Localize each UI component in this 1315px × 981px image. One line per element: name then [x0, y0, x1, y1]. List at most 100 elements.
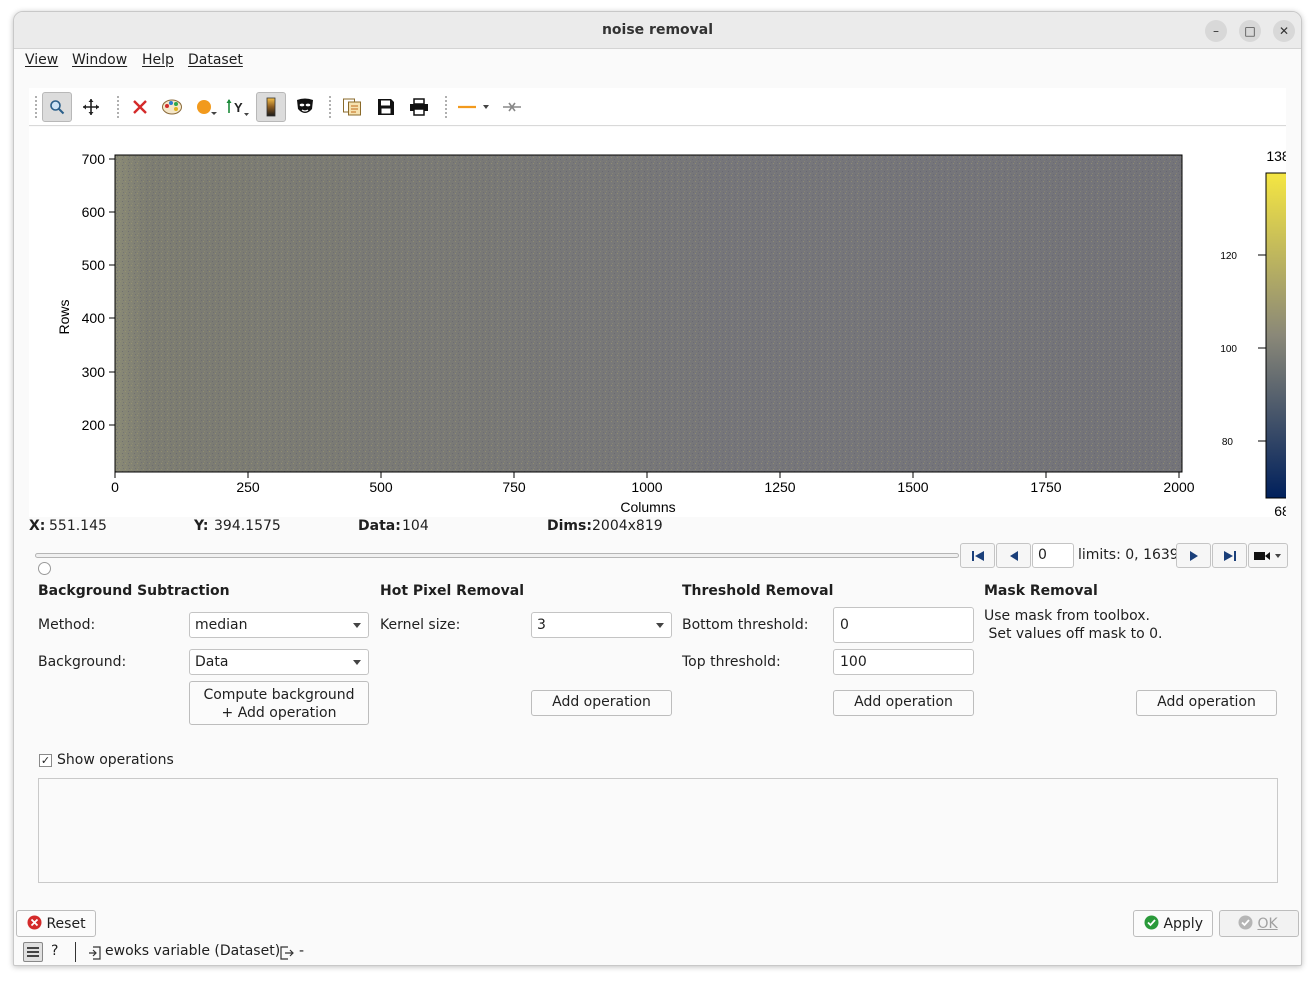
next-frame-icon	[1189, 550, 1198, 561]
checkmark-icon	[1238, 915, 1253, 930]
mask-add-button[interactable]: Add operation	[1136, 690, 1277, 716]
line-style-icon[interactable]	[454, 92, 494, 122]
camera-icon	[1254, 551, 1281, 560]
y-tick: 700	[82, 151, 106, 167]
y-tick: 200	[82, 417, 106, 433]
minimize-button[interactable]: –	[1205, 20, 1227, 42]
last-frame-button[interactable]	[1212, 543, 1247, 568]
colorbar-icon[interactable]	[256, 92, 286, 122]
y-tick: 600	[82, 204, 106, 220]
frame-limits: limits: 0, 1639	[1078, 547, 1179, 563]
menu-dataset[interactable]: Dataset	[188, 52, 243, 68]
chevron-down-icon	[656, 623, 664, 628]
maximize-button[interactable]: □	[1239, 20, 1261, 42]
x-tick: 250	[236, 479, 260, 495]
background-subtraction-title: Background Subtraction	[38, 583, 230, 599]
copy-icon[interactable]	[337, 92, 367, 122]
x-label: X:	[29, 518, 46, 534]
y-value: 394.1575	[214, 518, 281, 534]
previous-frame-button[interactable]	[996, 543, 1031, 568]
show-operations-label: Show operations	[57, 752, 174, 768]
window-title: noise removal	[601, 22, 714, 38]
first-frame-icon	[971, 550, 984, 561]
marker-icon[interactable]	[191, 92, 221, 122]
toolbar-separator	[35, 96, 37, 118]
y-tick: 500	[82, 257, 106, 273]
svg-text:Y: Y	[234, 100, 243, 115]
frame-slider-handle[interactable]	[38, 562, 51, 575]
hot-pixel-add-button[interactable]: Add operation	[531, 690, 672, 716]
ok-label: OK	[1257, 916, 1278, 932]
save-icon[interactable]	[371, 92, 401, 122]
mask-removal-title: Mask Removal	[984, 583, 1098, 599]
last-frame-icon	[1223, 550, 1236, 561]
toolbar-separator	[445, 96, 447, 118]
compute-background-button[interactable]: Compute background + Add operation	[189, 681, 369, 725]
bottom-threshold-input[interactable]: 0	[833, 607, 974, 643]
first-frame-button[interactable]	[960, 543, 995, 568]
y-axis-label: Rows	[56, 299, 72, 334]
next-frame-button[interactable]	[1176, 543, 1211, 568]
x-tick: 1500	[897, 479, 928, 495]
ok-button[interactable]: OK	[1219, 910, 1299, 937]
x-tick: 2000	[1163, 479, 1194, 495]
plot-toolbar: Y	[29, 88, 1286, 126]
output-icon	[280, 946, 294, 960]
menu-help[interactable]: Help	[142, 52, 174, 68]
x-tick: 0	[111, 479, 119, 495]
mask-icon[interactable]	[290, 92, 320, 122]
y-axis-icon[interactable]: Y	[223, 92, 253, 122]
apply-button[interactable]: Apply	[1133, 910, 1213, 937]
status-separator	[75, 942, 76, 962]
colorbar-tick: 80	[1222, 437, 1234, 448]
dims-label: Dims:	[547, 518, 592, 534]
method-value: median	[195, 617, 248, 633]
print-icon[interactable]	[404, 92, 434, 122]
chevron-down-icon	[353, 660, 361, 665]
operations-list[interactable]	[38, 778, 1278, 883]
crosshair-icon[interactable]	[497, 92, 527, 122]
apply-label: Apply	[1163, 916, 1203, 932]
top-threshold-input[interactable]: 100	[833, 649, 974, 675]
method-label: Method:	[38, 617, 96, 633]
top-threshold-label: Top threshold:	[682, 654, 781, 670]
method-select[interactable]: median	[189, 612, 369, 638]
show-operations-checkbox[interactable]: ✓	[39, 754, 52, 767]
chevron-down-icon	[353, 623, 361, 628]
x-axis-label: Columns	[620, 499, 675, 515]
colormap-icon[interactable]	[157, 92, 187, 122]
image-plot: 700 600 500 400 300 200 Rows 0 250 500 7…	[29, 127, 1291, 519]
plot-canvas: 700 600 500 400 300 200 Rows 0 250 500 7…	[56, 148, 1291, 519]
pan-icon[interactable]	[76, 92, 106, 122]
menu-window[interactable]: Window	[72, 52, 127, 68]
frame-number-input[interactable]: 0	[1032, 543, 1074, 568]
reset-label: Reset	[46, 916, 86, 932]
toolbar-separator	[117, 96, 119, 118]
x-value: 551.145	[49, 518, 107, 534]
status-output-text: -	[299, 943, 305, 959]
hot-pixel-title: Hot Pixel Removal	[380, 583, 525, 599]
background-select[interactable]: Data	[189, 649, 369, 675]
zoom-icon[interactable]	[42, 92, 72, 122]
status-input-text: ewoks variable (Dataset)	[105, 943, 281, 959]
close-button[interactable]: ✕	[1273, 20, 1295, 42]
data-value: 104	[402, 518, 429, 534]
hamburger-icon[interactable]	[23, 942, 43, 962]
mask-description-line1: Use mask from toolbox.	[984, 608, 1150, 624]
cancel-icon	[27, 915, 42, 930]
status-bar: ? ewoks variable (Dataset) -	[14, 938, 1301, 965]
colorbar[interactable]	[1265, 172, 1291, 499]
menu-view[interactable]: View	[25, 52, 58, 68]
help-icon[interactable]: ?	[51, 943, 58, 959]
reset-button[interactable]: Reset	[16, 910, 96, 937]
x-tick: 1750	[1030, 479, 1061, 495]
compute-background-sublabel: + Add operation	[221, 705, 337, 721]
app-window: noise removal – □ ✕ View Window Help Dat…	[13, 11, 1302, 966]
threshold-add-button[interactable]: Add operation	[833, 690, 974, 716]
kernel-size-select[interactable]: 3	[531, 612, 672, 638]
threshold-title: Threshold Removal	[682, 583, 834, 599]
x-tick: 750	[502, 479, 526, 495]
playback-button[interactable]	[1248, 543, 1288, 568]
frame-slider[interactable]	[35, 553, 959, 575]
reset-zoom-icon[interactable]	[125, 92, 155, 122]
